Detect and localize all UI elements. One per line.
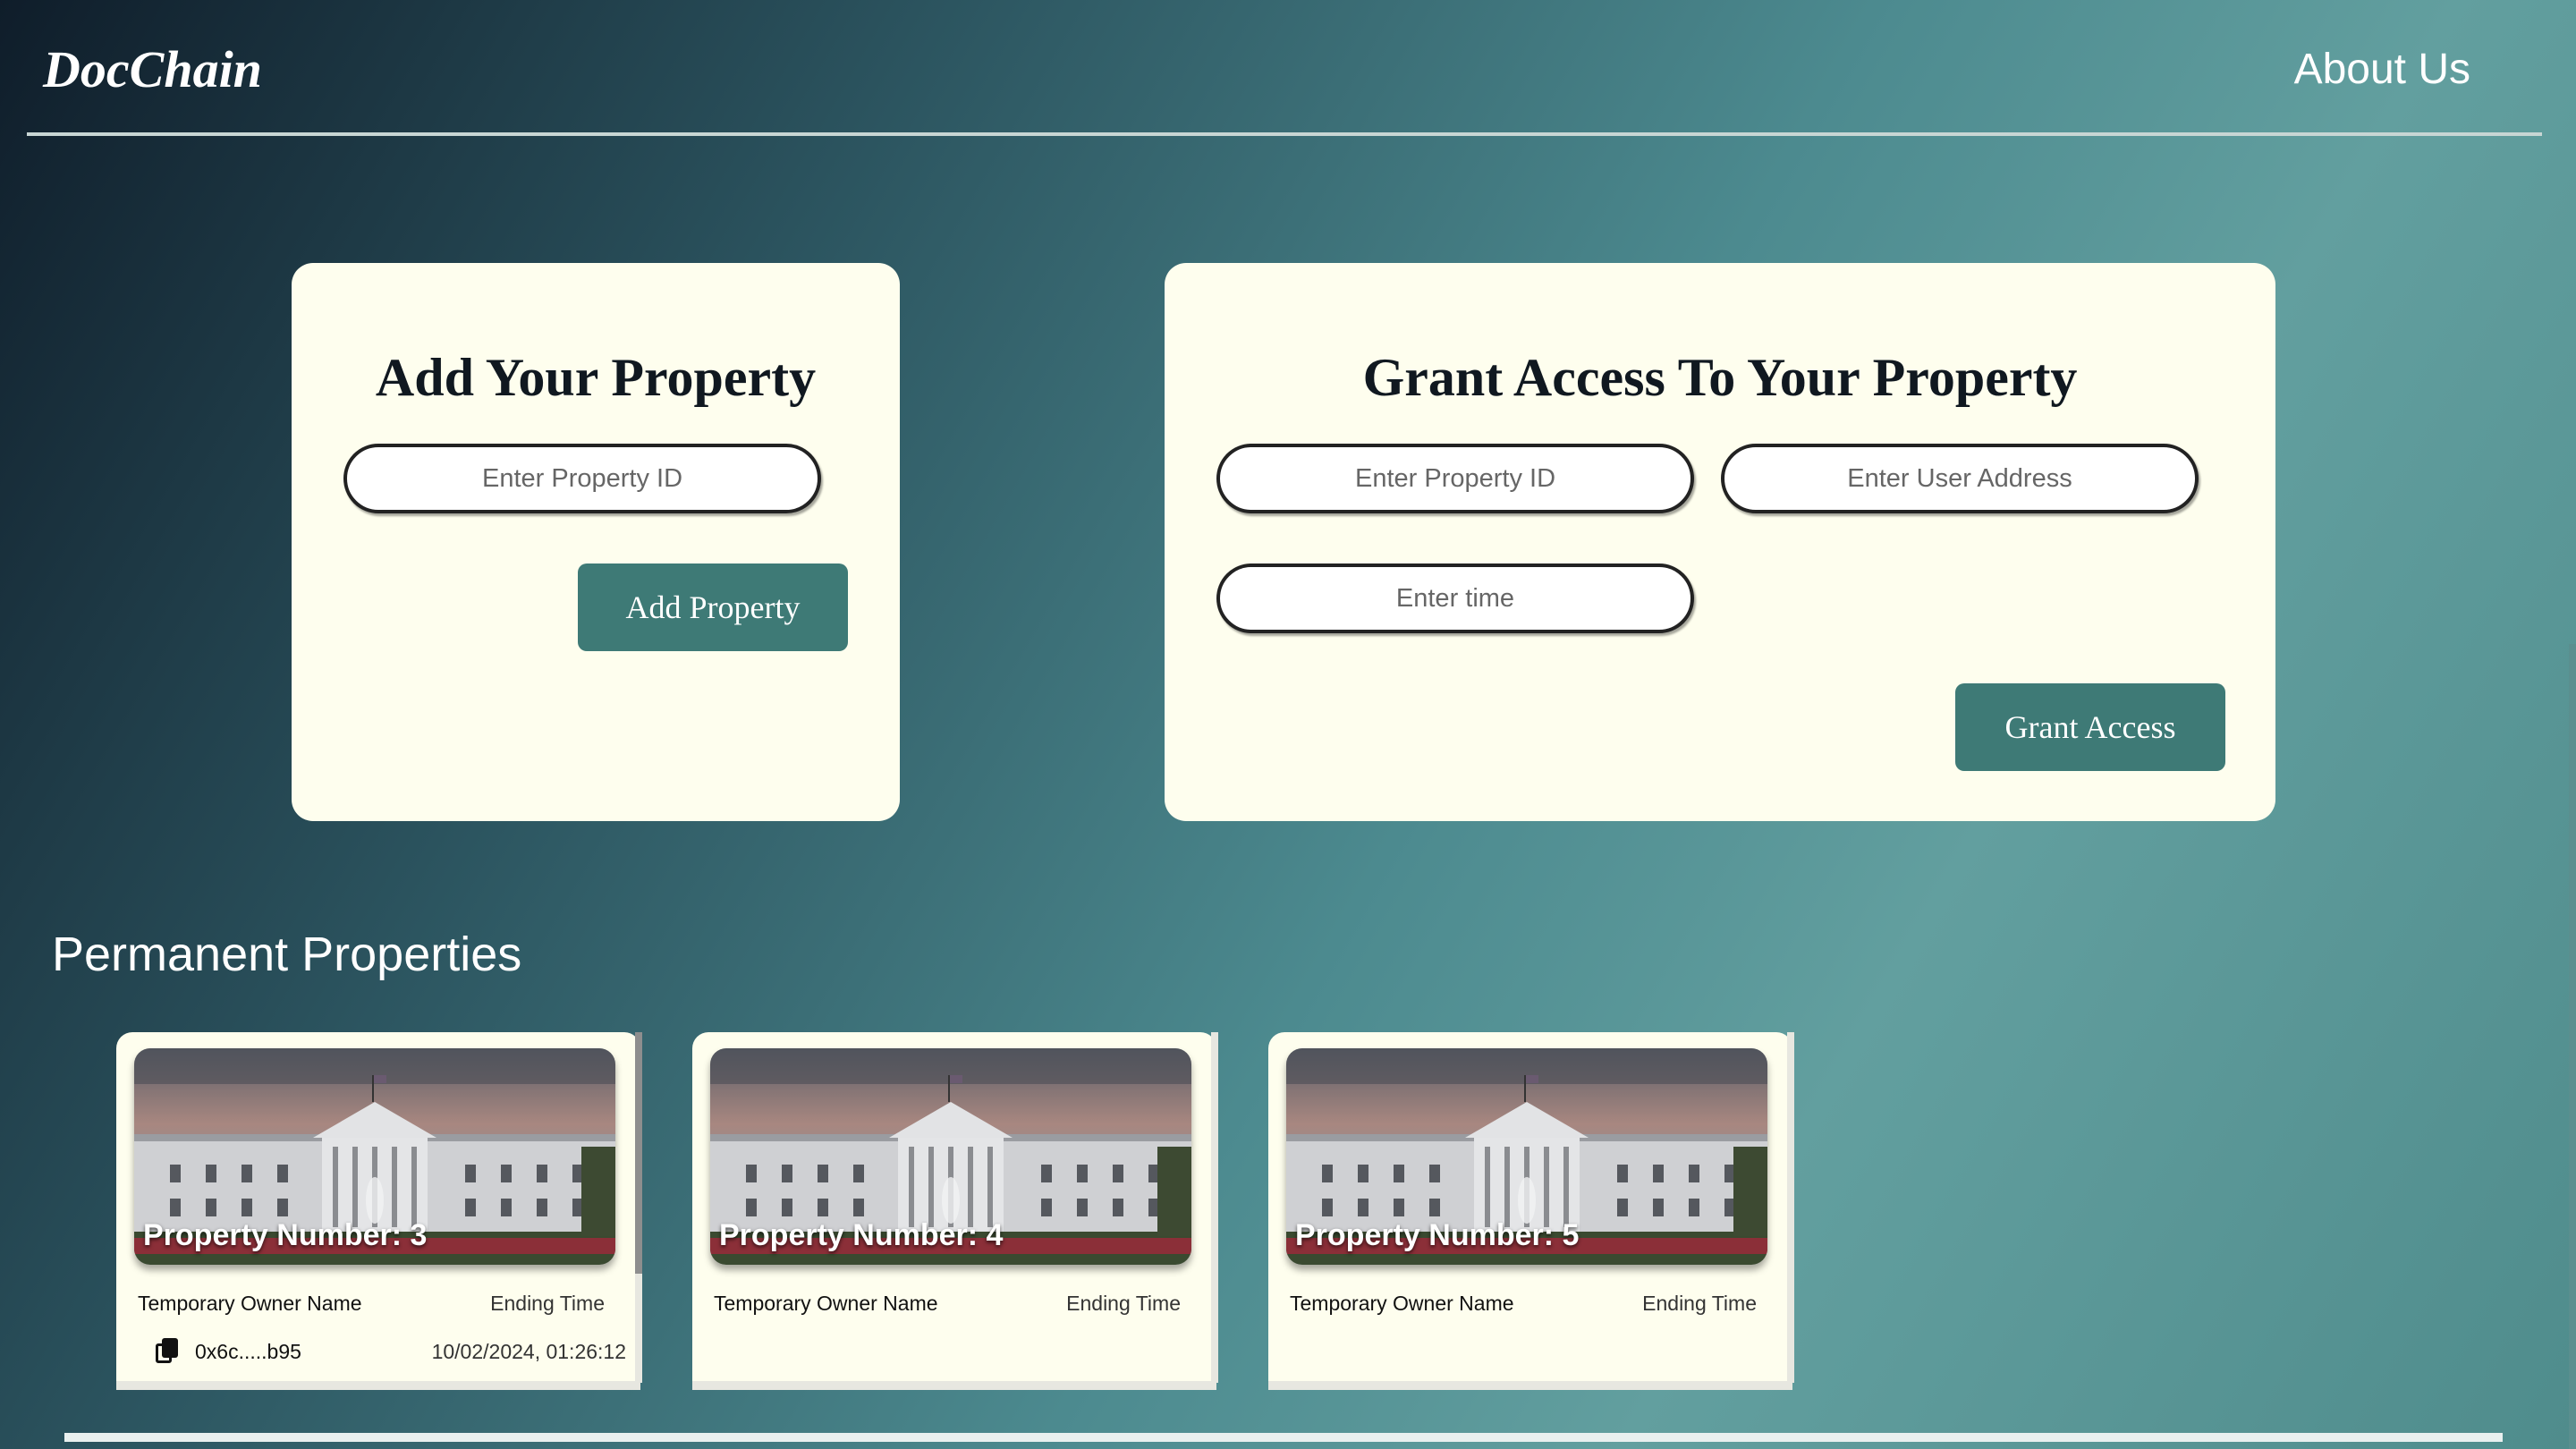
ending-time-label: Ending Time (1066, 1292, 1181, 1315)
property-number: Property Number: 3 (143, 1218, 428, 1252)
card-scrollbar[interactable] (635, 1032, 642, 1274)
property-image: Property Number: 3 (134, 1048, 615, 1265)
property-card[interactable]: Property Number: 4 Temporary Owner Name … (692, 1032, 1218, 1390)
add-property-card: Add Your Property Add Property (292, 263, 900, 821)
grant-access-card: Grant Access To Your Property Grant Acce… (1165, 263, 2275, 821)
ending-time-label: Ending Time (1642, 1292, 1757, 1315)
grant-property-id-input[interactable] (1216, 444, 1694, 513)
card-footer-bar (692, 1381, 1216, 1390)
copy-icon[interactable] (156, 1338, 179, 1365)
temporary-owner-label: Temporary Owner Name (1290, 1292, 1514, 1315)
brand-logo[interactable]: DocChain (43, 39, 262, 99)
owner-address: 0x6c.....b95 (156, 1338, 301, 1365)
property-image: Property Number: 4 (710, 1048, 1191, 1265)
add-property-id-input[interactable] (343, 444, 821, 513)
card-footer-bar (1268, 1381, 1792, 1390)
property-number: Property Number: 5 (1295, 1218, 1580, 1252)
permanent-properties-heading: Permanent Properties (52, 928, 522, 981)
property-card[interactable]: Property Number: 5 Temporary Owner Name … (1268, 1032, 1794, 1390)
ending-time-label: Ending Time (490, 1292, 605, 1315)
grant-time-input[interactable] (1216, 564, 1694, 633)
grant-user-address-input[interactable] (1721, 444, 2199, 513)
property-image: Property Number: 5 (1286, 1048, 1767, 1265)
add-property-title: Add Your Property (375, 348, 817, 407)
temporary-owner-label: Temporary Owner Name (714, 1292, 938, 1315)
grant-access-title: Grant Access To Your Property (1362, 348, 2078, 407)
grant-access-button[interactable]: Grant Access (1955, 683, 2225, 771)
owner-address-text: 0x6c.....b95 (195, 1339, 301, 1363)
add-property-button[interactable]: Add Property (578, 564, 848, 651)
property-card[interactable]: Property Number: 3 Temporary Owner Name … (116, 1032, 642, 1390)
header-divider (27, 132, 2542, 136)
footer-divider (64, 1433, 2503, 1442)
card-footer-bar (116, 1381, 640, 1390)
temporary-owner-label: Temporary Owner Name (138, 1292, 362, 1315)
about-us-link[interactable]: About Us (2294, 45, 2470, 94)
ending-time-value: 10/02/2024, 01:26:12 (431, 1340, 626, 1363)
property-number: Property Number: 4 (719, 1218, 1004, 1252)
page-scrollbar[interactable] (2569, 644, 2576, 1449)
